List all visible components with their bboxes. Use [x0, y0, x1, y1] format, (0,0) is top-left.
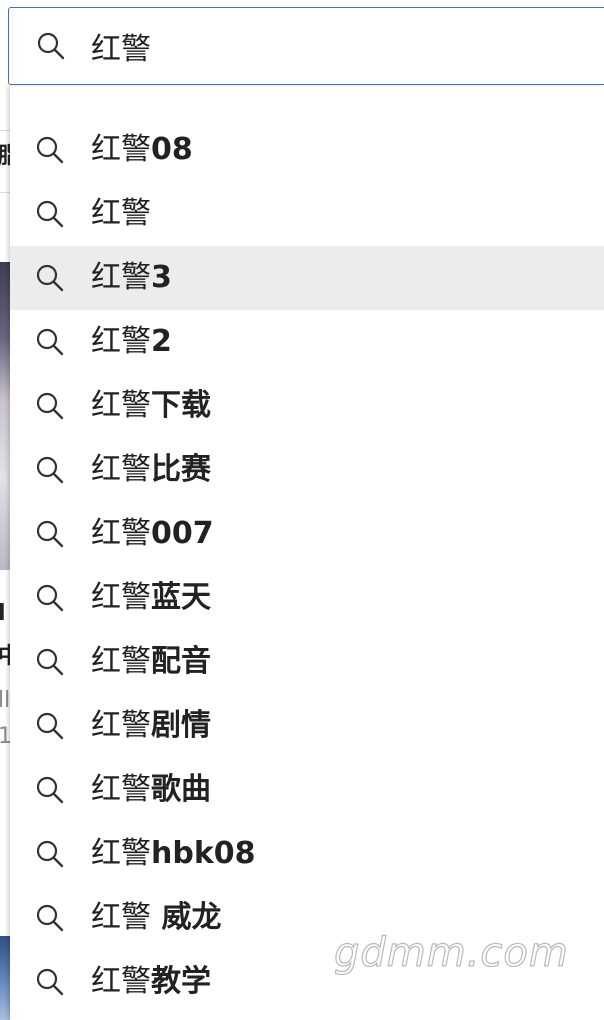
- suggestion-completion-part: 08: [151, 132, 193, 167]
- suggestion-completion-part: 下载: [151, 388, 211, 423]
- search-icon: [36, 968, 64, 996]
- suggestion-item[interactable]: 红警剧情: [10, 694, 604, 758]
- suggestion-item[interactable]: 红警3: [10, 246, 604, 310]
- suggestion-query-part: 红警: [91, 196, 151, 231]
- suggestion-item[interactable]: 红警hbk08: [10, 822, 604, 886]
- suggestion-item[interactable]: 红警08: [10, 118, 604, 182]
- search-icon: [36, 840, 64, 868]
- suggestion-query-part: 红警: [91, 580, 151, 615]
- suggestion-completion-part: 2: [151, 324, 172, 359]
- suggestion-label: 红警剧情: [91, 708, 211, 744]
- suggestion-item[interactable]: 红警007: [10, 502, 604, 566]
- suggestion-query-part: 红警: [91, 836, 151, 871]
- watermark: gdmm.com: [333, 929, 569, 976]
- search-icon: [36, 584, 64, 612]
- search-suggestions-dropdown: 红警08 红警 红警3 红警2 红警下载 红警比赛 红警007 红警蓝天 红警配音 红警剧情 红警歌…: [10, 86, 604, 1020]
- suggestion-label: 红警 威龙: [91, 900, 221, 936]
- suggestion-completion-part: 蓝天: [151, 580, 211, 615]
- suggestion-query-part: 红警: [91, 964, 151, 999]
- suggestion-completion-part: 配音: [151, 644, 211, 679]
- search-icon: [36, 648, 64, 676]
- suggestion-query-part: 红警: [91, 324, 151, 359]
- search-icon: [36, 264, 64, 292]
- background-text-fragment: ll: [0, 688, 11, 713]
- search-icon: [36, 776, 64, 804]
- search-icon: [36, 456, 64, 484]
- search-icon: [36, 200, 64, 228]
- suggestion-item[interactable]: 红警配音: [10, 630, 604, 694]
- suggestion-label: 红警3: [91, 260, 172, 296]
- suggestion-label: 红警教学: [91, 964, 211, 1000]
- suggestion-label: 红警2: [91, 324, 172, 360]
- suggestion-query-part: 红警: [91, 260, 151, 295]
- suggestion-item[interactable]: 红警蓝天: [10, 566, 604, 630]
- suggestion-label: 红警比赛: [91, 452, 211, 488]
- suggestion-query-part: 红警: [91, 452, 151, 487]
- suggestion-query-part: 红警: [91, 900, 151, 935]
- suggestion-label: 红警配音: [91, 644, 211, 680]
- suggestion-label: 红警hbk08: [91, 836, 256, 872]
- suggestion-query-part: 红警: [91, 708, 151, 743]
- suggestion-query-part: 红警: [91, 132, 151, 167]
- suggestion-completion-part: 007: [151, 516, 214, 551]
- suggestion-item[interactable]: 红警比赛: [10, 438, 604, 502]
- suggestion-completion-part: 比赛: [151, 452, 211, 487]
- suggestion-completion-part: 教学: [151, 964, 211, 999]
- suggestion-query-part: 红警: [91, 644, 151, 679]
- suggestion-completion-part: 剧情: [151, 708, 211, 743]
- suggestion-label: 红警007: [91, 516, 214, 552]
- suggestion-label: 红警蓝天: [91, 580, 211, 616]
- suggestion-item[interactable]: 红警: [10, 182, 604, 246]
- suggestion-query-part: 红警: [91, 772, 151, 807]
- search-icon: [37, 32, 65, 60]
- suggestion-label: 红警08: [91, 132, 193, 168]
- search-icon: [36, 520, 64, 548]
- suggestion-completion-part: hbk08: [151, 836, 256, 871]
- search-icon: [36, 328, 64, 356]
- search-icon: [36, 904, 64, 932]
- suggestion-completion-part: 威龙: [151, 900, 222, 935]
- suggestion-label: 红警歌曲: [91, 772, 211, 808]
- search-box[interactable]: [8, 7, 604, 85]
- suggestion-query-part: 红警: [91, 516, 151, 551]
- background-text-fragment: l: [0, 601, 6, 626]
- suggestion-completion-part: 歌曲: [151, 772, 211, 807]
- suggestion-label: 红警: [91, 196, 151, 232]
- suggestion-completion-part: 3: [151, 260, 172, 295]
- search-icon: [36, 712, 64, 740]
- search-icon: [36, 136, 64, 164]
- search-input[interactable]: [91, 26, 571, 66]
- suggestion-query-part: 红警: [91, 388, 151, 423]
- suggestion-item[interactable]: 红警2: [10, 310, 604, 374]
- search-icon: [36, 392, 64, 420]
- suggestion-label: 红警下载: [91, 388, 211, 424]
- suggestion-item[interactable]: 红警歌曲: [10, 758, 604, 822]
- suggestion-list: 红警08 红警 红警3 红警2 红警下载 红警比赛 红警007 红警蓝天 红警配音 红警剧情 红警歌…: [10, 118, 604, 1014]
- suggestion-item[interactable]: 红警下载: [10, 374, 604, 438]
